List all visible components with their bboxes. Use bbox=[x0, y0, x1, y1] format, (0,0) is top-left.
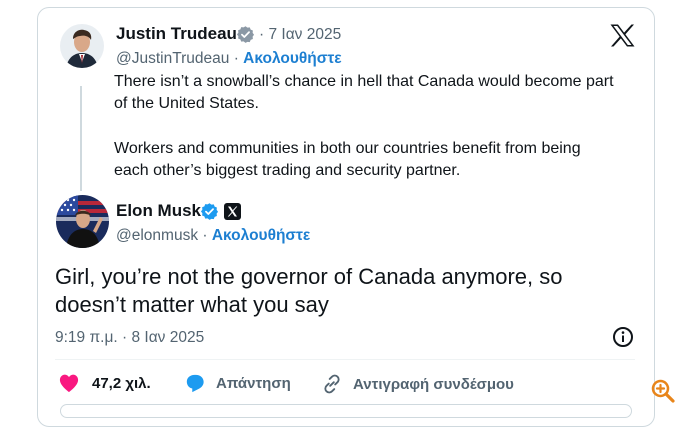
like-button[interactable]: 47,2 χιλ. bbox=[58, 373, 151, 393]
reply-timestamp[interactable]: 9:19 π.μ. · 8 Ιαν 2025 bbox=[55, 329, 204, 347]
verified-badge-icon bbox=[200, 203, 219, 220]
copy-link-button[interactable]: Αντιγραφή συνδέσμου bbox=[321, 373, 514, 395]
actions-divider bbox=[55, 359, 635, 360]
reply-text-line-2: doesn’t matter what you say bbox=[55, 292, 329, 317]
quoted-handle[interactable]: @JustinTrudeau · bbox=[116, 50, 239, 67]
thread-connector-line bbox=[80, 86, 82, 191]
quoted-text-line-1: There isn’t a snowball’s chance in hell … bbox=[114, 73, 614, 90]
quoted-handle-row: @JustinTrudeau · Ακολουθήστε bbox=[116, 50, 342, 68]
reply-handle-row: @elonmusk · Ακολουθήστε bbox=[116, 227, 310, 245]
reply-text-line-1: Girl, you’re not the governor of Canada … bbox=[55, 264, 563, 289]
like-count: 47,2 χιλ. bbox=[92, 374, 151, 392]
heart-icon bbox=[59, 374, 79, 393]
quoted-text-line-3: Workers and communities in both our coun… bbox=[114, 140, 581, 157]
info-icon[interactable] bbox=[612, 326, 634, 348]
reply-handle[interactable]: @elonmusk · bbox=[116, 227, 208, 244]
quoted-author-name[interactable]: Justin Trudeau bbox=[116, 24, 237, 44]
quoted-follow-button[interactable]: Ακολουθήστε bbox=[243, 50, 341, 67]
trudeau-avatar[interactable] bbox=[60, 24, 104, 68]
read-replies-button[interactable] bbox=[60, 404, 632, 418]
verified-badge-icon bbox=[236, 26, 255, 43]
reply-bubble-icon bbox=[186, 374, 204, 393]
zoom-in-icon[interactable] bbox=[650, 378, 676, 404]
quoted-text-line-4: each other’s biggest trading and securit… bbox=[114, 162, 461, 179]
x-affiliation-badge-icon bbox=[224, 203, 241, 220]
quoted-text-line-2: of the United States. bbox=[114, 95, 259, 112]
musk-avatar[interactable] bbox=[56, 195, 109, 248]
copy-link-label: Αντιγραφή συνδέσμου bbox=[353, 375, 514, 393]
link-icon bbox=[324, 374, 340, 394]
reply-button[interactable]: Απάντηση bbox=[184, 373, 291, 393]
reply-label: Απάντηση bbox=[216, 374, 291, 392]
reply-follow-button[interactable]: Ακολουθήστε bbox=[212, 227, 310, 244]
x-logo-icon[interactable] bbox=[610, 24, 635, 47]
reply-author-name[interactable]: Elon Musk bbox=[116, 201, 201, 221]
quoted-tweet-date[interactable]: · 7 Ιαν 2025 bbox=[259, 26, 341, 44]
